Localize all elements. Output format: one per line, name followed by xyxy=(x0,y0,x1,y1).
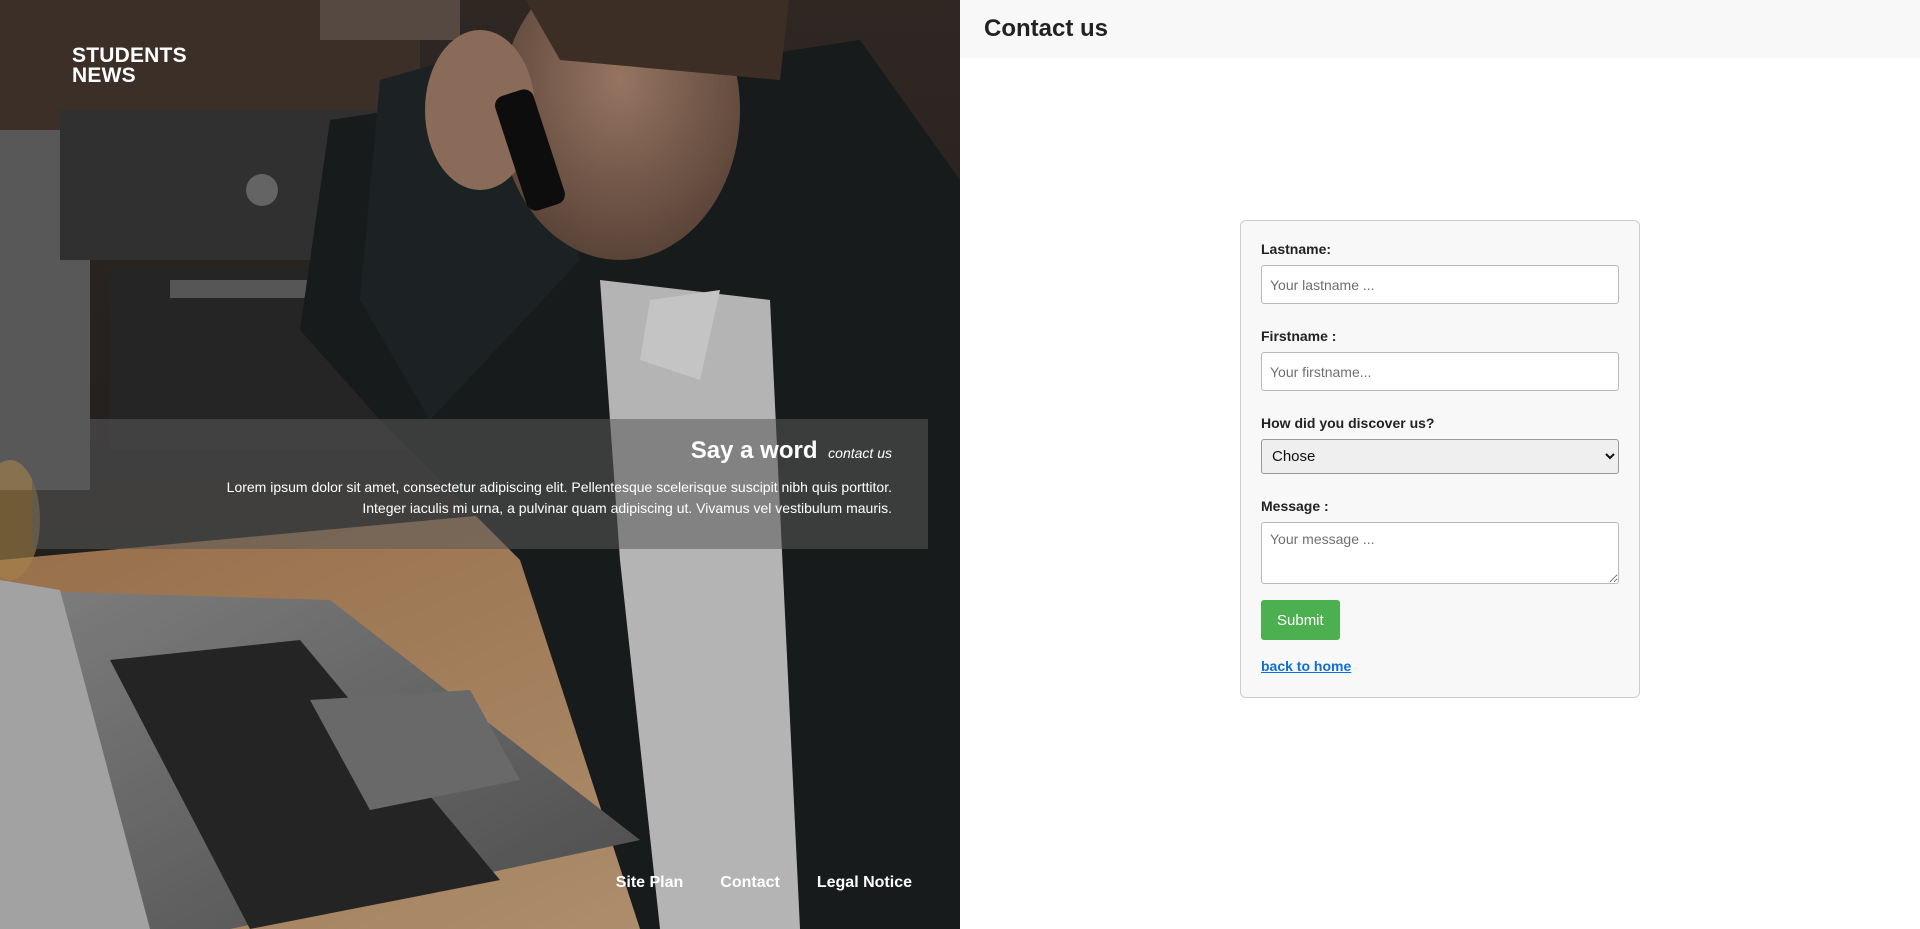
logo-line-2: NEWS xyxy=(72,64,136,87)
promo-banner: Say a word contact us Lorem ipsum dolor … xyxy=(32,419,928,549)
promo-text-line-2: Integer iaculis mi urna, a pulvinar quam… xyxy=(362,500,892,516)
submit-button[interactable]: Submit xyxy=(1261,600,1340,640)
footer-nav: Site Plan Contact Legal Notice xyxy=(616,874,912,892)
promo-text: Lorem ipsum dolor sit amet, consectetur … xyxy=(68,477,892,519)
footer-link-contact[interactable]: Contact xyxy=(720,874,780,892)
promo-title: Say a word xyxy=(690,437,818,464)
hero-panel: STUDENTS NEWS Say a word contact us Lore… xyxy=(0,0,960,929)
discover-label: How did you discover us? xyxy=(1261,415,1435,431)
footer-link-legal-notice[interactable]: Legal Notice xyxy=(817,874,912,892)
site-logo[interactable]: STUDENTS NEWS xyxy=(72,44,187,87)
page-title: Contact us xyxy=(984,15,1109,42)
promo-heading: Say a word contact us xyxy=(68,437,892,467)
firstname-label: Firstname : xyxy=(1261,328,1337,344)
page: STUDENTS NEWS Say a word contact us Lore… xyxy=(0,0,1920,929)
back-to-home-link[interactable]: back to home xyxy=(1261,658,1351,674)
firstname-input[interactable] xyxy=(1261,352,1619,391)
logo-line-1: STUDENTS xyxy=(72,44,187,67)
contact-form: Lastname: Firstname : How did you discov… xyxy=(1240,220,1640,698)
message-textarea[interactable] xyxy=(1261,522,1619,584)
message-label: Message : xyxy=(1261,498,1329,514)
promo-subtitle: contact us xyxy=(828,445,892,461)
content-panel: Contact us Lastname: Firstname : How did… xyxy=(960,0,1920,929)
footer-link-site-plan[interactable]: Site Plan xyxy=(616,874,684,892)
lastname-input[interactable] xyxy=(1261,265,1619,304)
promo-text-line-1: Lorem ipsum dolor sit amet, consectetur … xyxy=(226,479,892,495)
top-bar: Contact us xyxy=(960,0,1920,58)
lastname-label: Lastname: xyxy=(1261,241,1332,257)
discover-select[interactable]: Chose xyxy=(1261,439,1619,474)
